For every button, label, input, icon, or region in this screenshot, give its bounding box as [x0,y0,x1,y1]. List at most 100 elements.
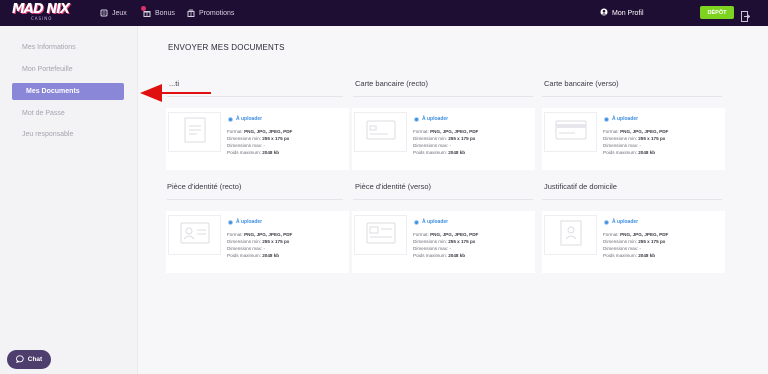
dim-max-info: Dimensions max: - [227,246,266,251]
casino-logo[interactable]: MAD NIX CASINO [12,2,70,23]
sidebar-item-mot-de-passe[interactable]: Mot de Passe [12,105,124,122]
promo-icon [187,9,195,17]
sidebar-item-label: Mes Informations [22,44,76,51]
document-upload-card[interactable]: À uploader Format: PNG, JPG, JPEG, PDF D… [542,211,725,273]
status-badge: À uploader [414,219,448,225]
weight-info: Poids maximum: 2048 kb [603,150,656,155]
weight-info: Poids maximum: 2048 kb [413,150,466,155]
divider [353,96,533,97]
depot-button[interactable]: DÉPÔT [700,6,734,19]
card-front-icon [366,120,396,144]
document-placeholder[interactable] [544,215,597,255]
document-placeholder[interactable] [354,215,407,255]
chat-label: Chat [27,356,43,363]
dim-min-info: Dimensions min: 255 x 175 px [227,136,290,141]
status-badge: À uploader [604,116,638,122]
divider [542,199,722,200]
sidebar-item-portefeuille[interactable]: Mon Portefeuille [12,61,124,78]
profile-label: Mon Profil [612,9,644,17]
sidebar-item-label: Jeu responsable [22,131,74,138]
document-upload-card[interactable]: À uploader Format: PNG, JPG, JPEG, PDF D… [166,108,349,170]
status-dot-icon [414,116,419,122]
logout-icon[interactable] [741,7,751,22]
gift-icon [141,6,151,17]
sidebar-item-label: Mon Portefeuille [22,66,73,73]
status-text: À uploader [236,219,263,225]
format-info: Format: PNG, JPG, JPEG, PDF [603,232,669,237]
document-placeholder[interactable] [354,112,407,152]
dim-min-info: Dimensions min: 255 x 175 px [413,136,476,141]
nav-bonus[interactable]: Bonus [141,6,175,20]
divider [353,199,533,200]
status-text: À uploader [612,219,639,225]
status-dot-icon [604,116,609,122]
document-placeholder[interactable] [168,112,221,152]
document-placeholder[interactable] [544,112,597,152]
weight-info: Poids maximum: 2048 kb [227,253,280,258]
status-dot-icon [228,116,233,122]
divider [167,199,343,200]
notification-dot [141,6,146,11]
format-info: Format: PNG, JPG, JPEG, PDF [413,129,479,134]
document-upload-card[interactable]: À uploader Format: PNG, JPG, JPEG, PDF D… [166,211,349,273]
doc-title: Pièce d'identité (verso) [355,182,432,191]
doc-title: Justificatif de domicile [544,182,617,191]
chat-button[interactable]: Chat [7,350,51,369]
account-sidebar: Mes Informations Mon Portefeuille Mes Do… [0,26,138,374]
dim-min-info: Dimensions min: 255 x 175 px [227,239,290,244]
status-dot-icon [414,219,419,225]
doc-title: Pièce d'identité (recto) [167,182,242,191]
dim-max-info: Dimensions max: - [227,143,266,148]
status-badge: À uploader [228,219,262,225]
sidebar-item-label: Mot de Passe [22,110,65,117]
doc-title: Carte bancaire (recto) [355,79,428,88]
status-text: À uploader [612,116,639,122]
status-badge: À uploader [228,116,262,122]
weight-info: Poids maximum: 2048 kb [227,150,280,155]
profile-link[interactable]: Mon Profil [600,6,644,20]
sidebar-item-label: Mes Documents [26,88,80,95]
dim-max-info: Dimensions max: - [603,143,642,148]
status-dot-icon [228,219,233,225]
document-upload-card[interactable]: À uploader Format: PNG, JPG, JPEG, PDF D… [352,108,535,170]
chat-bubble-icon [15,354,24,365]
nav-promotions[interactable]: Promotions [187,6,234,20]
top-navigation-bar: MAD NIX CASINO Jeux Bonus Promotions Mon… [0,0,768,26]
nav-promotions-label: Promotions [199,9,235,17]
doc-icon [184,117,206,147]
sidebar-item-informations[interactable]: Mes Informations [12,39,124,56]
format-info: Format: PNG, JPG, JPEG, PDF [413,232,479,237]
status-text: À uploader [236,116,263,122]
dim-min-info: Dimensions min: 255 x 175 px [603,239,666,244]
card-back-icon [555,120,587,144]
status-text: À uploader [422,116,449,122]
annotation-arrow-icon [140,82,212,104]
id-front-icon [180,222,210,248]
sidebar-item-jeu-responsable[interactable]: Jeu responsable [12,126,124,143]
nav-jeux-label: Jeux [112,9,127,17]
status-text: À uploader [422,219,449,225]
status-badge: À uploader [414,116,448,122]
nav-bonus-label: Bonus [155,9,175,17]
user-icon [600,8,608,18]
document-upload-card[interactable]: À uploader Format: PNG, JPG, JPEG, PDF D… [542,108,725,170]
id-back-icon [366,222,396,248]
address-doc-icon [560,220,582,250]
dim-min-info: Dimensions min: 255 x 175 px [413,239,476,244]
dim-min-info: Dimensions min: 255 x 175 px [603,136,666,141]
dim-max-info: Dimensions max: - [603,246,642,251]
format-info: Format: PNG, JPG, JPEG, PDF [603,129,669,134]
doc-title: Carte bancaire (verso) [544,79,619,88]
logo-text: MAD NIX [12,2,70,17]
page-title: ENVOYER MES DOCUMENTS [168,43,285,52]
status-badge: À uploader [604,219,638,225]
document-placeholder[interactable] [168,215,221,255]
main-content: ENVOYER MES DOCUMENTS ...ti À uploader F… [139,26,768,374]
nav-jeux[interactable]: Jeux [100,6,127,20]
format-info: Format: PNG, JPG, JPEG, PDF [227,129,293,134]
format-info: Format: PNG, JPG, JPEG, PDF [227,232,293,237]
document-upload-card[interactable]: À uploader Format: PNG, JPG, JPEG, PDF D… [352,211,535,273]
sidebar-item-documents[interactable]: Mes Documents [12,83,124,100]
dim-max-info: Dimensions max: - [413,246,452,251]
weight-info: Poids maximum: 2048 kb [603,253,656,258]
